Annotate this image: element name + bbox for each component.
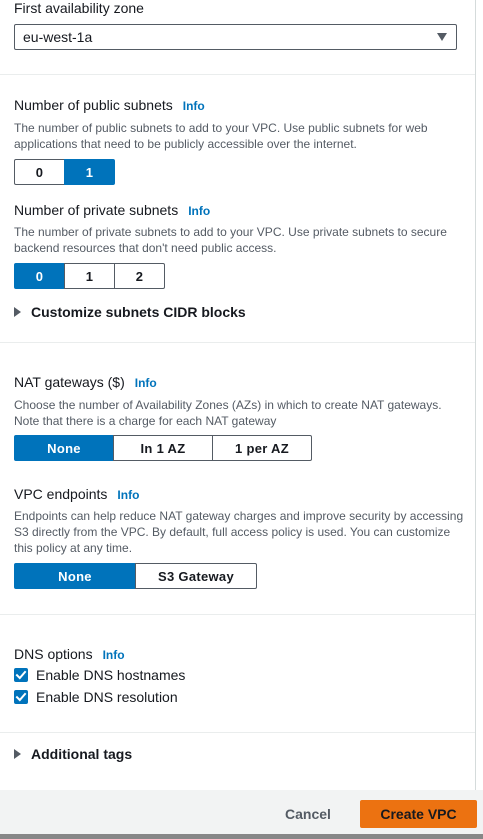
vpc-endpoints-label: VPC endpoints Info xyxy=(14,486,139,502)
vpc-endpoints-option-s3-gateway[interactable]: S3 Gateway xyxy=(135,563,257,589)
public-subnets-segmented-control: 0 1 xyxy=(14,159,115,185)
private-subnets-option-0[interactable]: 0 xyxy=(14,263,65,289)
private-subnets-label-text: Number of private subnets xyxy=(14,202,179,218)
public-subnets-label-text: Number of public subnets xyxy=(14,97,173,113)
dns-options-label: DNS options Info xyxy=(14,646,125,662)
additional-tags-label: Additional tags xyxy=(31,746,133,762)
nat-gateways-label-text: NAT gateways ($) xyxy=(14,374,125,390)
customize-cidr-label: Customize subnets CIDR blocks xyxy=(31,304,246,320)
enable-dns-hostnames-checkbox[interactable]: Enable DNS hostnames xyxy=(14,667,185,683)
caret-down-icon xyxy=(437,33,447,41)
vpc-endpoints-label-text: VPC endpoints xyxy=(14,486,108,502)
public-subnets-option-1[interactable]: 1 xyxy=(64,159,115,185)
private-subnets-label: Number of private subnets Info xyxy=(14,202,210,218)
public-subnets-info-link[interactable]: Info xyxy=(183,99,205,113)
panel-border xyxy=(475,0,476,790)
private-subnets-option-2[interactable]: 2 xyxy=(114,263,165,289)
enable-dns-resolution-label: Enable DNS resolution xyxy=(36,689,178,705)
availability-zone-value: eu-west-1a xyxy=(23,29,93,45)
create-vpc-button[interactable]: Create VPC xyxy=(360,800,477,828)
section-divider xyxy=(0,74,475,75)
enable-dns-hostnames-label: Enable DNS hostnames xyxy=(36,667,186,683)
public-subnets-label: Number of public subnets Info xyxy=(14,97,205,113)
nat-gateways-segmented-control: None In 1 AZ 1 per AZ xyxy=(14,435,312,461)
dns-options-label-text: DNS options xyxy=(14,646,93,662)
nat-gateways-description: Choose the number of Availability Zones … xyxy=(14,398,442,428)
private-subnets-description: The number of private subnets to add to … xyxy=(14,225,447,255)
section-divider xyxy=(0,342,475,343)
private-subnets-info-link[interactable]: Info xyxy=(188,204,210,218)
vpc-endpoints-description: Endpoints can help reduce NAT gateway ch… xyxy=(14,509,464,555)
section-divider xyxy=(0,732,475,733)
checkbox-box xyxy=(14,690,28,704)
additional-tags-expander[interactable]: Additional tags xyxy=(14,746,132,762)
vpc-endpoints-option-none[interactable]: None xyxy=(14,563,136,589)
checkbox-box xyxy=(14,668,28,682)
section-divider xyxy=(0,614,475,615)
vpc-endpoints-segmented-control: None S3 Gateway xyxy=(14,563,257,589)
caret-right-icon xyxy=(14,749,21,759)
vpc-settings-panel: First availability zone eu-west-1a Numbe… xyxy=(0,0,475,788)
dns-options-info-link[interactable]: Info xyxy=(103,648,125,662)
checkmark-icon xyxy=(15,692,27,702)
customize-cidr-expander[interactable]: Customize subnets CIDR blocks xyxy=(14,304,246,320)
nat-gateways-label: NAT gateways ($) Info xyxy=(14,374,157,390)
enable-dns-resolution-checkbox[interactable]: Enable DNS resolution xyxy=(14,689,178,705)
availability-zone-label: First availability zone xyxy=(14,0,144,16)
cancel-button[interactable]: Cancel xyxy=(270,800,346,828)
public-subnets-option-0[interactable]: 0 xyxy=(14,159,65,185)
vpc-endpoints-info-link[interactable]: Info xyxy=(117,488,139,502)
nat-gateways-option-1-az[interactable]: In 1 AZ xyxy=(113,435,213,461)
availability-zone-select[interactable]: eu-west-1a xyxy=(14,24,457,50)
nat-gateways-option-none[interactable]: None xyxy=(14,435,114,461)
nat-gateways-option-per-az[interactable]: 1 per AZ xyxy=(212,435,312,461)
caret-right-icon xyxy=(14,307,21,317)
private-subnets-option-1[interactable]: 1 xyxy=(64,263,115,289)
public-subnets-description: The number of public subnets to add to y… xyxy=(14,121,428,151)
private-subnets-segmented-control: 0 1 2 xyxy=(14,263,165,289)
checkmark-icon xyxy=(15,670,27,680)
footer-edge xyxy=(0,834,483,839)
nat-gateways-info-link[interactable]: Info xyxy=(135,376,157,390)
